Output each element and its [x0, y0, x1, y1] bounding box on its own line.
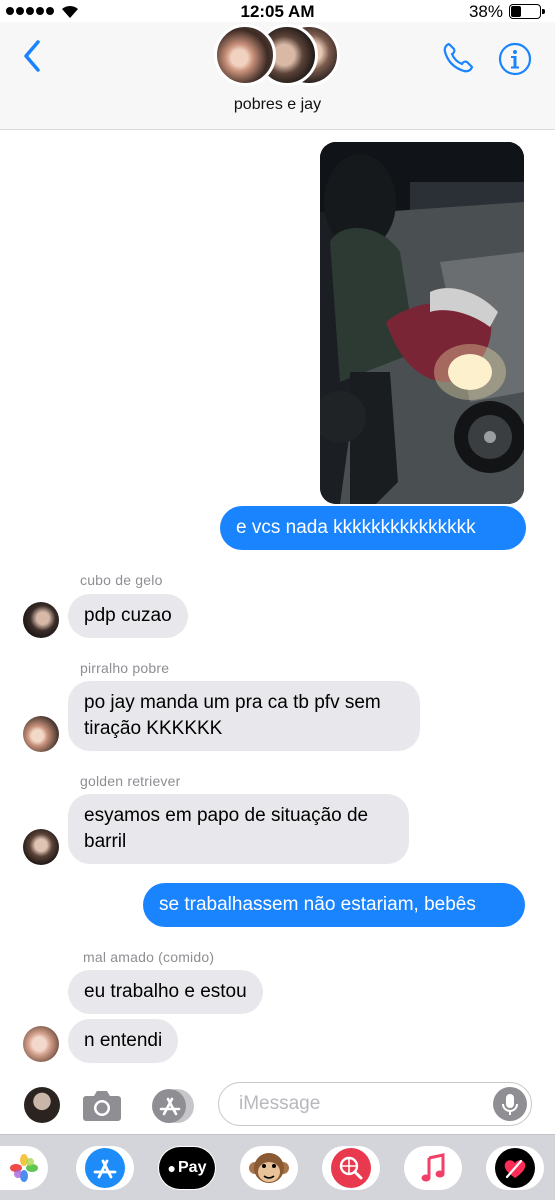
sent-photo-attachment[interactable] [320, 142, 524, 504]
composer-bar [0, 1078, 555, 1134]
photos-icon [10, 1154, 38, 1182]
sender-avatar[interactable] [23, 602, 59, 638]
photos-app-button[interactable] [0, 1146, 48, 1190]
status-bar: 12:05 AM 38% [0, 0, 555, 22]
group-member-avatar [214, 24, 276, 86]
incoming-message[interactable]: n entendi [68, 1019, 179, 1063]
battery-fill [511, 6, 522, 17]
digital-touch-app-button[interactable] [486, 1146, 544, 1190]
music-app-button[interactable] [404, 1146, 462, 1190]
group-name[interactable]: pobres e jay [0, 96, 555, 114]
phone-icon[interactable] [440, 40, 476, 76]
message-text-field[interactable] [219, 1083, 479, 1125]
animoji-app-button[interactable] [240, 1146, 298, 1190]
app-store-icon [85, 1148, 125, 1188]
message-text: eu trabalho e estou [84, 981, 247, 1002]
sender-avatar[interactable] [23, 716, 59, 752]
message-text: barril [84, 831, 127, 852]
web-search-icon [331, 1148, 371, 1188]
sender-name: pirralho pobre [80, 660, 170, 676]
digital-touch-icon [495, 1148, 535, 1188]
web-search-app-button[interactable] [322, 1146, 380, 1190]
battery-icon [509, 4, 545, 19]
incoming-message[interactable]: po jay manda um pra ca tb pfv sem tiraçã… [68, 681, 420, 751]
back-chevron-icon[interactable] [18, 36, 48, 76]
apple-pay-app-button[interactable]: ● Pay [158, 1146, 216, 1190]
info-icon[interactable] [498, 42, 532, 76]
imessage-app-drawer: ● Pay [0, 1134, 555, 1200]
message-list[interactable]: e vcs nada kkkkkkkkkkkkkkk cubo de gelo … [0, 130, 555, 1078]
music-icon [421, 1153, 445, 1182]
message-text: se trabalhassem não estariam, bebês [159, 894, 476, 915]
app-store-app-button[interactable] [76, 1146, 134, 1190]
message-text: po jay manda um pra ca tb pfv sem [84, 692, 381, 713]
conversation-header: pobres e jay [0, 22, 555, 130]
apple-pay-icon: ● Pay [159, 1147, 215, 1189]
sender-name: mal amado (comido) [83, 949, 215, 965]
battery-percentage: 38% [468, 2, 503, 21]
message-text: pdp cuzao [84, 605, 172, 626]
message-input[interactable] [218, 1082, 532, 1126]
apple-pay-label: Pay [178, 1159, 207, 1176]
app-store-icon[interactable] [148, 1087, 196, 1125]
incoming-message[interactable]: esyamos em papo de situação de barril [68, 794, 409, 864]
message-text: esyamos em papo de situação de [84, 805, 369, 826]
group-avatars[interactable] [214, 24, 344, 88]
outgoing-message[interactable]: se trabalhassem não estariam, bebês [143, 883, 525, 927]
incoming-message[interactable]: eu trabalho e estou [68, 970, 263, 1014]
sender-name: golden retriever [80, 773, 181, 789]
monkey-emoji-icon [249, 1153, 289, 1183]
sender-name: cubo de gelo [80, 572, 163, 588]
sender-avatar[interactable] [23, 1026, 59, 1062]
message-text: tiração KKKKKK [84, 718, 223, 739]
microphone-icon[interactable] [493, 1087, 527, 1121]
incoming-message[interactable]: pdp cuzao [68, 594, 188, 638]
sender-avatar[interactable] [23, 829, 59, 865]
message-text: e vcs nada kkkkkkkkkkkkkkk [236, 517, 476, 538]
memoji-avatar[interactable] [24, 1087, 60, 1123]
message-text: n entendi [84, 1030, 163, 1051]
outgoing-message[interactable]: e vcs nada kkkkkkkkkkkkkkk [220, 506, 526, 550]
camera-icon[interactable] [82, 1088, 122, 1122]
